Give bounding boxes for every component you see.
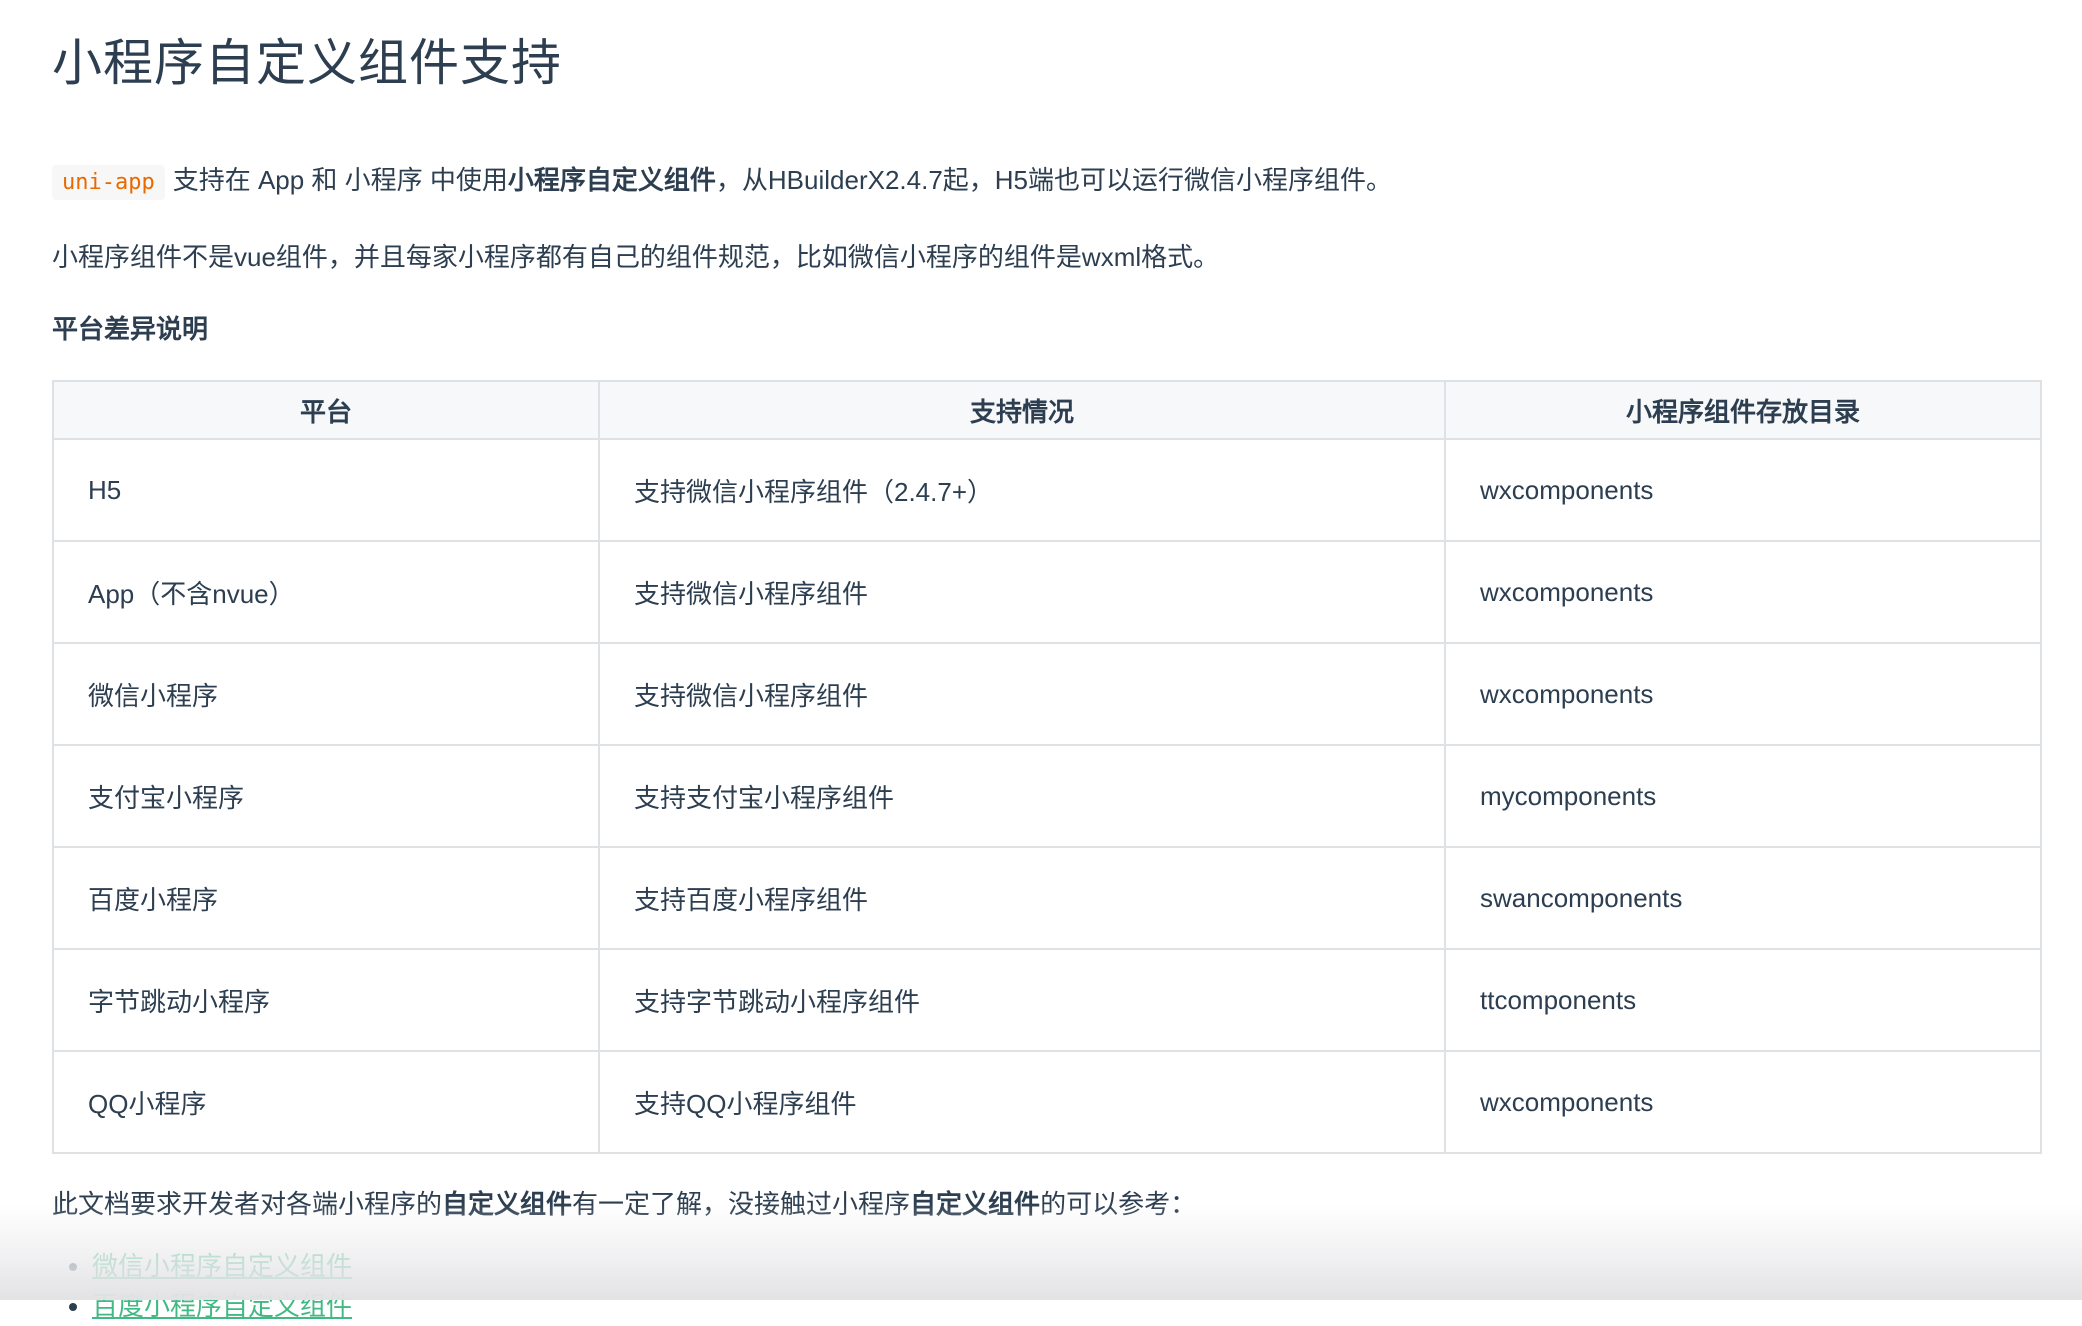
cell-directory: wxcomponents [1444,1050,2042,1154]
list-item: 微信小程序自定义组件 [92,1246,2040,1286]
reference-text-3: 的可以参考： [1040,1189,1197,1219]
table-header-platform: 平台 [52,380,600,440]
table-row: 字节跳动小程序 支持字节跳动小程序组件 ttcomponents [52,948,2042,1052]
cell-platform: 微信小程序 [52,642,600,746]
cell-directory: wxcomponents [1444,438,2042,542]
link-wechat-custom-component[interactable]: 微信小程序自定义组件 [92,1251,352,1281]
intro-bold: 小程序自定义组件 [507,165,716,195]
cell-platform: H5 [52,438,600,542]
cell-support: 支持微信小程序组件 [598,540,1446,644]
table-row: H5 支持微信小程序组件（2.4.7+） wxcomponents [52,438,2042,542]
reference-text-2: 有一定了解，没接触过小程序 [572,1189,911,1219]
reference-link-list: 微信小程序自定义组件 百度小程序自定义组件 [52,1246,2040,1326]
section-title: 平台差异说明 [52,314,209,344]
cell-directory: wxcomponents [1444,540,2042,644]
table-row: QQ小程序 支持QQ小程序组件 wxcomponents [52,1050,2042,1154]
inline-code: uni-app [52,165,165,200]
cell-support: 支持微信小程序组件（2.4.7+） [598,438,1446,542]
intro-text-after: ，从HBuilderX2.4.7起，H5端也可以运行微信小程序组件。 [715,165,1393,195]
cell-support: 支持QQ小程序组件 [598,1050,1446,1154]
cell-directory: ttcomponents [1444,948,2042,1052]
cell-directory: mycomponents [1444,744,2042,848]
cell-platform: 百度小程序 [52,846,600,950]
cell-support: 支持百度小程序组件 [598,846,1446,950]
cell-platform: 支付宝小程序 [52,744,600,848]
cell-platform: App（不含nvue） [52,540,600,644]
intro-text-before: 支持在 App 和 小程序 中使用 [172,165,508,195]
table-header-directory: 小程序组件存放目录 [1444,380,2042,440]
platform-table: 平台 支持情况 小程序组件存放目录 H5 支持微信小程序组件（2.4.7+） w… [52,380,2042,1154]
reference-text-1: 此文档要求开发者对各端小程序的 [52,1189,443,1219]
table-row: 微信小程序 支持微信小程序组件 wxcomponents [52,642,2042,746]
note-paragraph: 小程序组件不是vue组件，并且每家小程序都有自己的组件规范，比如微信小程序的组件… [52,242,1220,272]
cell-directory: wxcomponents [1444,642,2042,746]
reference-bold-1: 自定义组件 [442,1189,573,1219]
doc-page: 小程序自定义组件支持 uni-app 支持在 App 和 小程序 中使用小程序自定… [52,0,2042,1326]
cell-platform: 字节跳动小程序 [52,948,600,1052]
cell-directory: swancomponents [1444,846,2042,950]
list-item: 百度小程序自定义组件 [92,1286,2040,1326]
table-row: App（不含nvue） 支持微信小程序组件 wxcomponents [52,540,2042,644]
page-title: 小程序自定义组件支持 [52,35,562,91]
table-row: 百度小程序 支持百度小程序组件 swancomponents [52,846,2042,950]
intro-paragraph: uni-app 支持在 App 和 小程序 中使用小程序自定义组件，从HBuild… [52,160,2040,203]
reference-paragraph: 此文档要求开发者对各端小程序的自定义组件有一定了解，没接触过小程序自定义组件的可… [52,1184,2040,1224]
table-row: 支付宝小程序 支持支付宝小程序组件 mycomponents [52,744,2042,848]
reference-bold-2: 自定义组件 [910,1189,1041,1219]
cell-support: 支持字节跳动小程序组件 [598,948,1446,1052]
link-baidu-custom-component[interactable]: 百度小程序自定义组件 [92,1291,352,1321]
cell-platform: QQ小程序 [52,1050,600,1154]
cell-support: 支持微信小程序组件 [598,642,1446,746]
table-header-row: 平台 支持情况 小程序组件存放目录 [52,380,2042,440]
table-header-support: 支持情况 [598,380,1446,440]
cell-support: 支持支付宝小程序组件 [598,744,1446,848]
